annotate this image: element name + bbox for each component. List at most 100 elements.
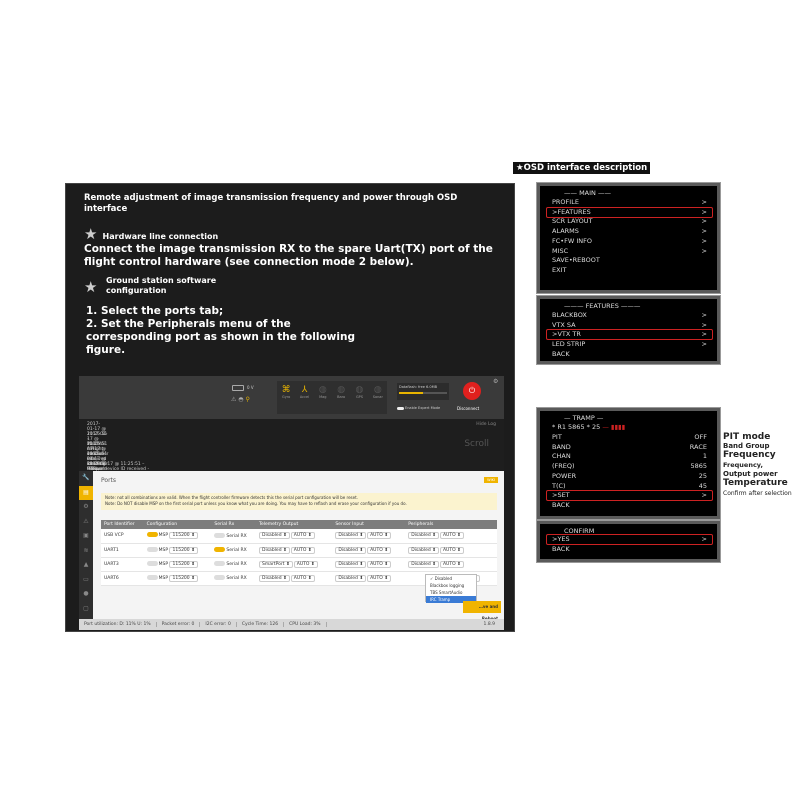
- menu-item[interactable]: SAVE•REBOOT: [552, 256, 707, 266]
- select[interactable]: Disabled ⬍: [335, 560, 367, 568]
- select[interactable]: Disabled ⬍: [335, 532, 367, 540]
- menu-item[interactable]: POWER 25: [552, 472, 707, 482]
- select[interactable]: Disabled ⬍: [335, 546, 367, 554]
- peripherals-dropdown[interactable]: ✓ Disabled Blackbox logging TBS SmartAudio…: [425, 574, 477, 603]
- menu-item[interactable]: BACK: [552, 545, 707, 555]
- wiki-button[interactable]: WIKI: [484, 477, 498, 483]
- motors-tab-icon[interactable]: ▲: [79, 558, 93, 573]
- serial-rx-toggle[interactable]: [214, 561, 226, 566]
- ports-page: Ports WIKI Note: not all combinations ar…: [93, 471, 504, 621]
- cli-tab-icon[interactable]: ▢: [79, 602, 93, 617]
- modes-tab-icon[interactable]: ≋: [79, 544, 93, 559]
- column-header: Configuration: [143, 520, 212, 529]
- select[interactable]: 115200 ⬍: [169, 574, 198, 582]
- status-bar: Port utilization: D: 11% U: 1% Packet err…: [79, 619, 504, 630]
- sensor-accel: ⅄ Accel: [299, 385, 310, 399]
- save-reboot-button[interactable]: …ve and Reboot: [463, 601, 501, 621]
- table-row: UART3 MSP 115200 ⬍ Serial RX SmartPort ⬍ AUT…: [101, 557, 497, 572]
- pid-tab-icon[interactable]: ⚠: [79, 515, 93, 530]
- select[interactable]: AUTO ⬍: [367, 546, 391, 554]
- select[interactable]: 115200 ⬍: [169, 532, 198, 540]
- selection-highlight: [546, 329, 713, 341]
- msp-toggle[interactable]: [146, 560, 158, 566]
- select[interactable]: AUTO ⬍: [439, 532, 464, 540]
- select[interactable]: AUTO ⬍: [293, 560, 318, 568]
- sidebar: 🔧 ▤ ⚙ ⚠ ▣ ≋ ▲ ▭ ● ▢: [79, 471, 93, 619]
- battery-voltage: 0 V: [247, 385, 254, 390]
- menu-item[interactable]: PIT OFF: [552, 433, 707, 443]
- select[interactable]: AUTO ⬍: [290, 574, 315, 582]
- menu-item[interactable]: ALARMS >: [552, 227, 707, 237]
- setup-tab-icon[interactable]: 🔧: [79, 471, 93, 486]
- disconnect-label[interactable]: Disconnect: [457, 406, 479, 411]
- menu-item[interactable]: (FREQ) 5865: [552, 462, 707, 472]
- msp-toggle[interactable]: [146, 574, 158, 580]
- select[interactable]: AUTO ⬍: [439, 560, 464, 568]
- star-icon: ★: [84, 278, 98, 296]
- tramp-status: * R1 5865 * 25 — ▮▮▮▮: [552, 423, 626, 432]
- select[interactable]: AUTO ⬍: [367, 560, 391, 568]
- menu-header: — TRAMP —: [564, 414, 604, 422]
- note-box: Note: not all combinations are valid. Wh…: [101, 493, 497, 510]
- msp-toggle[interactable]: [146, 546, 158, 552]
- callout-channel: Frequency,: [723, 461, 764, 469]
- instruction-panel: Remote adjustment of image transmission …: [65, 183, 515, 632]
- menu-item[interactable]: BACK: [552, 501, 707, 511]
- select[interactable]: Disabled ⬍: [259, 546, 290, 554]
- hw-heading: Hardware line connection: [102, 232, 219, 241]
- callout-frequency: Frequency: [723, 450, 776, 460]
- hide-log-link[interactable]: Hide Log: [476, 422, 496, 427]
- select[interactable]: SmartPort ⬍: [259, 560, 293, 568]
- dataflash: Dataflash: free 6.0MB: [397, 383, 449, 400]
- select[interactable]: Disabled ⬍: [335, 574, 367, 582]
- select[interactable]: 115200 ⬍: [169, 560, 198, 568]
- select[interactable]: AUTO ⬍: [290, 532, 315, 540]
- blackbox-tab-icon[interactable]: ●: [79, 587, 93, 602]
- sensor-gps: ◍ GPS: [355, 385, 364, 399]
- panel-title: Remote adjustment of image transmission …: [84, 193, 458, 214]
- expert-mode-toggle[interactable]: Enable Expert Mode: [397, 406, 440, 410]
- selection-highlight: [546, 534, 713, 545]
- menu-item[interactable]: BACK: [552, 350, 707, 360]
- serial-rx-toggle[interactable]: [214, 575, 226, 580]
- serial-rx-toggle[interactable]: [214, 547, 226, 552]
- menu-item[interactable]: SCR LAYOUT >: [552, 217, 707, 227]
- select[interactable]: AUTO ⬍: [290, 546, 315, 554]
- select[interactable]: Disabled ⬍: [259, 532, 290, 540]
- step-2: 2. Set the Peripherals menu of the corre…: [86, 318, 355, 356]
- select[interactable]: AUTO ⬍: [439, 546, 464, 554]
- menu-item[interactable]: CHAN 1: [552, 452, 707, 462]
- menu-item[interactable]: BLACKBOX >: [552, 311, 707, 321]
- select[interactable]: Disabled ⬍: [259, 574, 290, 582]
- menu-item[interactable]: EXIT: [552, 266, 707, 276]
- menu-item[interactable]: BAND RACE: [552, 443, 707, 453]
- log-panel: 2017-01-17 @ 11:25:51 – MultiWii API ver…: [79, 419, 504, 492]
- scroll-indicator: Scroll: [464, 439, 489, 449]
- menu-item[interactable]: MISC >: [552, 247, 707, 257]
- disconnect-button[interactable]: ⏻: [463, 382, 481, 400]
- battery-icon: [232, 385, 244, 391]
- step-1: 1. Select the ports tab;: [86, 305, 224, 317]
- ports-title: Ports: [101, 477, 117, 484]
- osd-tab-icon[interactable]: ▭: [79, 573, 93, 588]
- selection-highlight: [546, 206, 713, 218]
- gear-icon[interactable]: ⚙: [493, 378, 498, 385]
- column-header: Serial Rx: [211, 520, 256, 529]
- select[interactable]: Disabled ⬍: [408, 546, 439, 554]
- select[interactable]: Disabled ⬍: [408, 532, 439, 540]
- menu-item[interactable]: LED STRIP >: [552, 340, 707, 350]
- serial-rx-toggle[interactable]: [214, 532, 226, 538]
- msp-toggle[interactable]: [146, 532, 158, 538]
- select[interactable]: AUTO ⬍: [367, 574, 391, 582]
- select[interactable]: Disabled ⬍: [408, 560, 439, 568]
- status-icons: ⚠ ◓ ⚲: [231, 396, 250, 403]
- config-tab-icon[interactable]: ⚙: [79, 500, 93, 515]
- ports-tab-icon[interactable]: ▤: [79, 485, 93, 500]
- menu-item[interactable]: FC•FW INFO >: [552, 237, 707, 247]
- callout-pit-mode: PIT mode: [723, 432, 771, 442]
- select[interactable]: AUTO ⬍: [367, 532, 391, 540]
- configurator-screenshot: 0 V ⚠ ◓ ⚲ ⌘ Gyro ⅄ Accel ◍ Mag ◍ Baro ◍ GPS ◍ Sonar…: [79, 376, 504, 630]
- sensor-mag: ◍ Mag: [318, 385, 327, 399]
- select[interactable]: 115200 ⬍: [169, 546, 198, 554]
- receiver-tab-icon[interactable]: ▣: [79, 529, 93, 544]
